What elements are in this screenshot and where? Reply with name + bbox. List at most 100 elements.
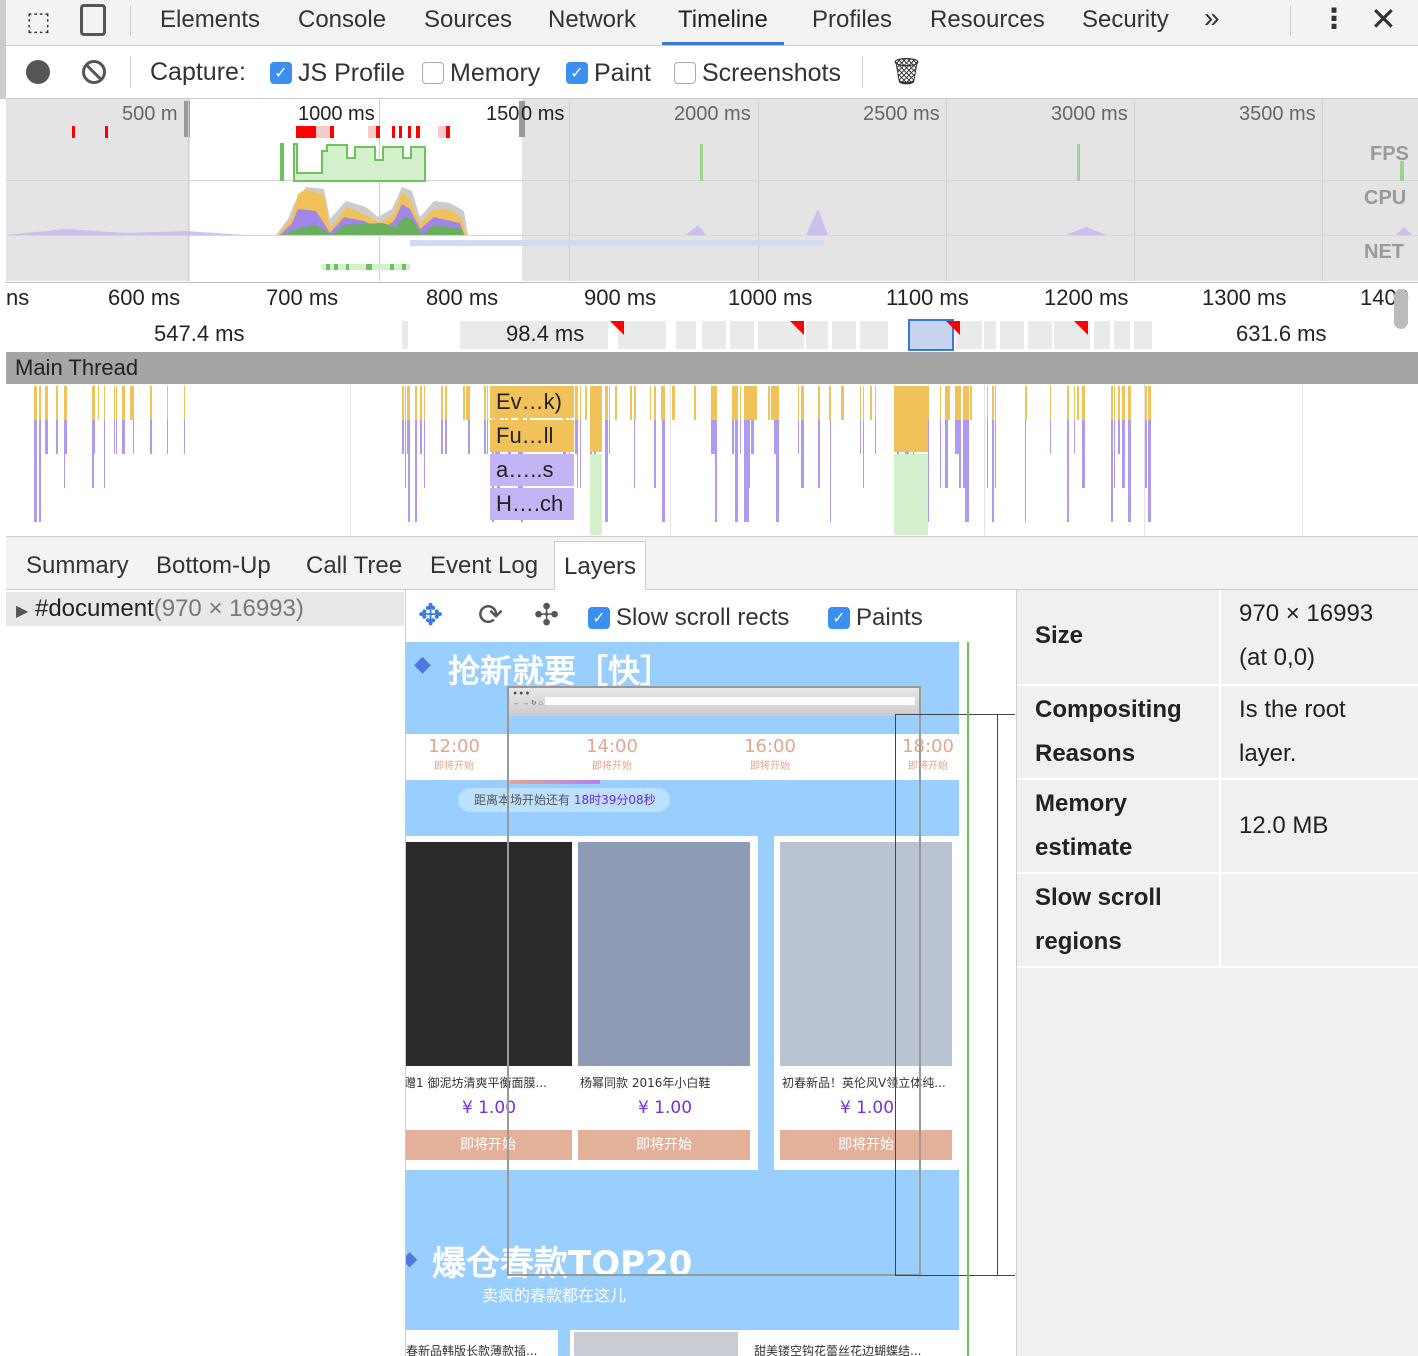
- flame-slice[interactable]: [408, 386, 411, 522]
- trash-icon[interactable]: 🗑: [890, 56, 923, 87]
- tab-layers[interactable]: Layers: [554, 541, 647, 591]
- tab-bottom-up[interactable]: Bottom-Up: [156, 541, 271, 591]
- flame-slice[interactable]: [1082, 386, 1085, 488]
- flame-slice[interactable]: [711, 386, 715, 454]
- flame-slice[interactable]: [894, 454, 928, 535]
- flame-slice[interactable]: [122, 386, 126, 454]
- frame-bar[interactable]: [832, 321, 856, 349]
- flame-slice[interactable]: [579, 386, 581, 488]
- flame-slice[interactable]: [65, 386, 68, 454]
- flame-slice[interactable]: [750, 386, 754, 454]
- flame-slice[interactable]: [862, 386, 864, 488]
- flame-slice[interactable]: [1128, 386, 1132, 522]
- frame-bar[interactable]: [730, 321, 754, 349]
- flame-slice[interactable]: [469, 386, 471, 454]
- rotate-mode-icon[interactable]: ⟳: [478, 598, 503, 633]
- flame-slice[interactable]: [894, 386, 928, 452]
- flame-slice[interactable]: [740, 386, 742, 454]
- flame-slice[interactable]: [818, 386, 821, 488]
- flame-slice[interactable]: [987, 386, 989, 488]
- tab-network[interactable]: Network: [548, 0, 636, 45]
- flame-slice[interactable]: [590, 386, 602, 452]
- flame-slice[interactable]: [801, 386, 805, 488]
- flame-slice[interactable]: [841, 386, 845, 420]
- flame-slice[interactable]: [586, 386, 587, 420]
- flame-slice[interactable]: [714, 386, 717, 522]
- flame-slice[interactable]: [959, 386, 962, 488]
- expand-triangle-icon[interactable]: ▶: [16, 603, 28, 620]
- frame-bar[interactable]: [676, 321, 696, 349]
- tab-elements[interactable]: Elements: [160, 0, 260, 45]
- flame-slice[interactable]: [630, 386, 633, 420]
- flame-slice[interactable]: [735, 386, 738, 522]
- device-mode-icon[interactable]: [80, 4, 106, 36]
- flame-slice[interactable]: [609, 386, 611, 454]
- flame-slice[interactable]: [1077, 386, 1080, 420]
- tab-event-log[interactable]: Event Log: [430, 541, 538, 591]
- main-thread-header[interactable]: Main Thread: [6, 352, 1418, 384]
- flame-slice[interactable]: [98, 386, 100, 420]
- flame-slice[interactable]: [662, 386, 666, 522]
- tab-summary[interactable]: Summary: [26, 541, 129, 591]
- flame-slice[interactable]: [774, 386, 777, 454]
- flame-slice[interactable]: [1049, 386, 1051, 454]
- flame-slice[interactable]: [133, 386, 135, 454]
- flame-slice[interactable]: [874, 386, 876, 454]
- flame-slice[interactable]: [614, 386, 617, 420]
- flame-slice[interactable]: [671, 386, 675, 420]
- frame-bar[interactable]: [702, 321, 726, 349]
- scrollbar[interactable]: [1394, 289, 1408, 329]
- flame-slice[interactable]: [444, 386, 447, 454]
- flame-slice[interactable]: [649, 386, 651, 420]
- flame-slice[interactable]: [653, 386, 656, 488]
- close-icon[interactable]: ✕: [1370, 0, 1397, 38]
- tab-call-tree[interactable]: Call Tree: [306, 541, 402, 591]
- flame-slice[interactable]: [414, 386, 417, 522]
- flame-slice[interactable]: [486, 386, 488, 454]
- tab-sources[interactable]: Sources: [424, 0, 512, 45]
- layer-tree-item[interactable]: ▶ #document(970 × 16993): [6, 592, 404, 626]
- reset-transform-icon[interactable]: ✣: [534, 598, 559, 633]
- flame-slice[interactable]: [113, 386, 115, 454]
- flame-block[interactable]: Ev…k): [490, 386, 574, 418]
- frame-bar[interactable]: [402, 321, 408, 349]
- flame-slice[interactable]: [1024, 386, 1027, 420]
- flame-slice[interactable]: [994, 386, 996, 488]
- flame-slice[interactable]: [590, 454, 602, 535]
- flame-chart[interactable]: Ev…k) Fu…ll a…..s H….ch: [6, 384, 1418, 535]
- frame-bar[interactable]: [1094, 321, 1110, 349]
- flame-slice[interactable]: [797, 386, 799, 454]
- flame-slice[interactable]: [423, 386, 425, 488]
- flame-slice[interactable]: [693, 386, 696, 420]
- flame-block[interactable]: Fu…ll: [490, 420, 574, 452]
- frame-bar[interactable]: [1134, 321, 1152, 349]
- record-button[interactable]: [26, 60, 50, 84]
- frame-bar[interactable]: [1028, 321, 1052, 349]
- flame-slice[interactable]: [45, 386, 49, 454]
- time-slot[interactable]: 12:00 即将开始: [422, 736, 486, 772]
- layers-3d-viewport[interactable]: ✥ ⟳ ✣ ✓ Slow scroll rects ✓ Paints ◆ 抢新就要［…: [406, 590, 1015, 1356]
- pan-mode-icon[interactable]: ✥: [418, 598, 443, 633]
- flame-slice[interactable]: [576, 386, 578, 488]
- frame-bar[interactable]: [1114, 321, 1130, 349]
- tab-console[interactable]: Console: [298, 0, 386, 45]
- menu-kebab-icon[interactable]: ⋮: [1320, 2, 1348, 35]
- flame-slice[interactable]: [1113, 386, 1115, 488]
- frame-bar[interactable]: [984, 321, 996, 349]
- screenshots-checkbox[interactable]: Screenshots: [674, 59, 841, 87]
- slow-scroll-rects-checkbox[interactable]: ✓ Slow scroll rects: [588, 604, 789, 632]
- flame-slice[interactable]: [939, 386, 941, 488]
- flame-slice[interactable]: [483, 386, 486, 454]
- flame-slice[interactable]: [1068, 386, 1070, 454]
- flame-slice[interactable]: [1144, 386, 1146, 488]
- flame-slice[interactable]: [104, 386, 106, 488]
- tab-profiles[interactable]: Profiles: [812, 0, 892, 45]
- flame-slice[interactable]: [1118, 386, 1121, 454]
- flame-slice[interactable]: [1074, 386, 1076, 454]
- frame-bar[interactable]: [806, 321, 828, 349]
- paints-checkbox[interactable]: ✓ Paints: [828, 604, 923, 632]
- flame-slice[interactable]: [948, 386, 951, 420]
- flame-slice[interactable]: [91, 386, 94, 488]
- flame-slice[interactable]: [604, 386, 608, 522]
- flame-slice[interactable]: [747, 386, 749, 522]
